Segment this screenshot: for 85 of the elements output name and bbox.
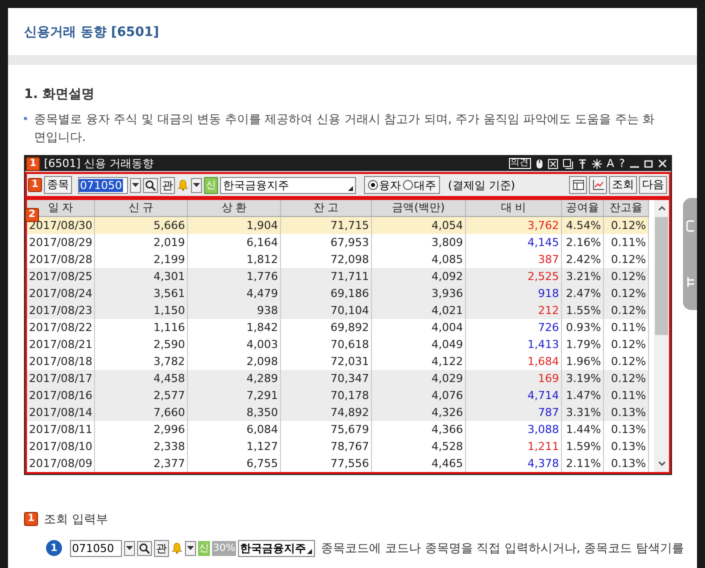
window-title: [6501] 신용 거래동향 [44, 158, 154, 169]
scroll-thumb[interactable] [655, 217, 668, 335]
page-title: 신용거래 동향 [6501] [23, 24, 160, 41]
description-text: 종목별로 융자 주식 및 대금의 변동 추이를 제공하여 신용 거래시 참고가 되며, 주가 움직임 파악에도 도움을 주는 화면입니다. [34, 111, 656, 146]
asterisk-icon[interactable] [592, 158, 602, 168]
radio-option[interactable]: 대주 [403, 180, 436, 190]
basis-note: (결제일 기준) [448, 180, 516, 190]
table-row[interactable]: 2017/08/22 1,116 1,842 69,892 4,004 726 0.93% 0.11% [27, 319, 649, 336]
ratio-tag: 30% [212, 540, 236, 556]
section-heading: 1. 화면설명 [23, 87, 96, 103]
opinion-button[interactable]: 의견 [508, 158, 531, 169]
table-row[interactable]: 2017/08/29 2,019 6,164 67,953 3,809 4,145 2.16% 0.11% [27, 234, 649, 251]
table-row[interactable]: 2017/08/14 7,660 8,350 74,892 4,326 787 3.31% 0.13% [27, 404, 649, 421]
search-icon [145, 180, 156, 190]
maximize-icon[interactable] [644, 159, 653, 168]
column-header: 금액(백만) [372, 200, 466, 216]
column-header: 신 규 [95, 200, 188, 216]
table-row[interactable]: 2017/08/11 2,996 6,084 75,679 4,366 3,088 1.44% 0.13% [27, 421, 649, 438]
window-icon[interactable] [562, 158, 573, 168]
number-badge: 1 [28, 178, 42, 192]
dropdown-button[interactable] [124, 540, 135, 556]
close-icon[interactable] [658, 159, 667, 168]
table-cell: 2,377 [95, 455, 188, 472]
table-cell: 0.13% [604, 455, 649, 472]
item-description: 종목코드에 코드나 종목명을 직접 입력하시거나, 종목코드 탐색기를 [321, 540, 684, 557]
credit-tag: 신 [204, 176, 218, 194]
search-button[interactable] [143, 178, 158, 192]
column-header: 잔 고 [281, 200, 372, 216]
table-cell: 6,755 [188, 455, 281, 472]
toolbar-button[interactable]: 조회 [609, 176, 637, 194]
dropdown-button[interactable] [191, 178, 202, 192]
caret-icon [193, 183, 200, 187]
column-header: 상 환 [188, 200, 281, 216]
credit-tag: 신 [198, 540, 210, 556]
scrollbar[interactable] [654, 200, 669, 472]
caret-icon [126, 546, 133, 550]
table-row[interactable]: 2017/08/24 3,561 4,479 69,186 3,936 918 2.47% 0.12% [27, 285, 649, 302]
table-row[interactable]: 2017/08/23 1,150 938 70,104 4,021 212 1.55% 0.12% [27, 302, 649, 319]
table-cell: 77,556 [281, 455, 372, 472]
search-icon [139, 542, 150, 554]
stock-name-field[interactable]: 한국금융지주 [220, 176, 356, 194]
stock-name-field: 한국금융지주 [238, 540, 316, 556]
column-header: 잔고율 [604, 200, 649, 216]
search-button[interactable] [137, 540, 152, 556]
number-badge: 1 [26, 156, 40, 170]
table-cell: 2017/08/09 [27, 455, 95, 472]
code-field[interactable]: 071050 [78, 176, 128, 194]
toolbar-button[interactable]: 다음 [639, 176, 667, 194]
dropdown-button[interactable] [185, 540, 196, 556]
mouse-icon[interactable] [536, 158, 543, 168]
number-badge: 2 [25, 208, 39, 222]
subsection-heading: 조회 입력부 [44, 511, 108, 527]
table-cell: 2.11% [562, 455, 604, 472]
table-row[interactable]: 2017/08/25 4,301 1,776 71,711 4,092 2,525 3.21% 0.12% [27, 268, 649, 285]
table-row[interactable]: 2017/08/18 3,782 2,098 72,031 4,122 1,684 1.96% 0.12% [27, 353, 649, 370]
table-row[interactable]: 2017/08/10 2,338 1,127 78,767 4,528 1,211 1.59% 0.13% [27, 438, 649, 455]
caret-icon [187, 546, 194, 550]
bell-icon[interactable] [171, 542, 183, 554]
dropdown-button[interactable] [130, 178, 141, 192]
table-row[interactable]: 2017/08/09 2,377 6,755 77,556 4,465 4,378 2.11% 0.13% [27, 455, 649, 472]
stock-button[interactable]: 종목 [44, 176, 72, 194]
table-icon [572, 180, 584, 190]
close-box-icon[interactable] [548, 158, 558, 168]
table-row[interactable]: 2017/08/28 2,199 1,812 72,098 4,085 387 2.42% 0.12% [27, 251, 649, 268]
number-badge: 1 [24, 512, 38, 526]
chart-icon [592, 180, 604, 190]
corner-icon [307, 548, 312, 554]
pin-icon[interactable] [578, 158, 587, 168]
table-row[interactable]: 2017/08/30 5,666 1,904 71,715 4,054 3,762 4.54% 0.12% [27, 217, 649, 234]
radio-option[interactable]: 융자 [368, 180, 401, 190]
table-cell: 4,378 [466, 455, 562, 472]
table-row[interactable]: 2017/08/16 2,577 7,291 70,178 4,076 4,714 1.47% 0.11% [27, 387, 649, 404]
table-row[interactable]: 2017/08/21 2,590 4,003 70,618 4,049 1,413 1.79% 0.12% [27, 336, 649, 353]
font-button[interactable]: A [606, 158, 614, 169]
table-cell: 4,465 [372, 455, 466, 472]
chart-view-button[interactable] [589, 176, 607, 194]
table-view-button[interactable] [569, 176, 587, 194]
help-button[interactable]: ? [619, 158, 625, 169]
table-row[interactable]: 2017/08/17 4,458 4,289 70,347 4,029 169 3.19% 0.12% [27, 370, 649, 387]
corner-icon [348, 186, 353, 190]
caret-icon [132, 183, 139, 187]
code-field: 071050 [70, 540, 122, 556]
watch-button[interactable]: 관 [160, 176, 175, 194]
column-header: 대 비 [466, 200, 562, 216]
column-header: 공여율 [562, 200, 604, 216]
